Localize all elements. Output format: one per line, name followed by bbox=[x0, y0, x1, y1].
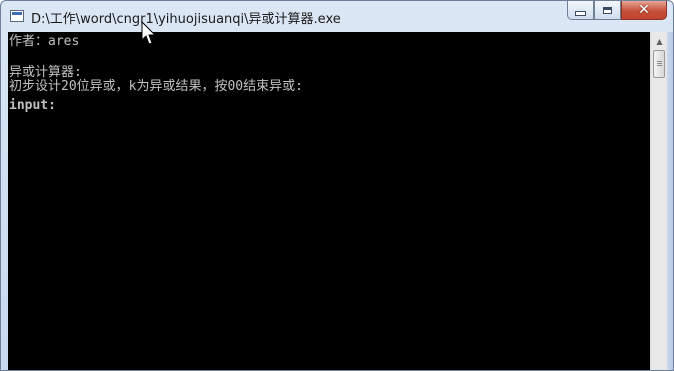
maximize-icon bbox=[603, 6, 612, 14]
console-line-instructions: 初步设计20位异或，k为异或结果，按00结束异或: bbox=[9, 79, 303, 94]
console-line-author: 作者：ares bbox=[9, 34, 80, 49]
maximize-button[interactable] bbox=[594, 1, 621, 20]
window-title: D:\工作\word\cngr1\yihuojisuanqi\异或计算器.exe bbox=[31, 12, 341, 27]
thumb-grip bbox=[657, 63, 662, 64]
caption-buttons: ✕ bbox=[567, 1, 667, 20]
scrollbar-thumb[interactable] bbox=[653, 50, 665, 78]
title-bar[interactable]: D:\工作\word\cngr1\yihuojisuanqi\异或计算器.exe… bbox=[1, 1, 673, 31]
thumb-grip bbox=[657, 61, 662, 62]
minimize-icon bbox=[575, 10, 586, 16]
thumb-grip bbox=[657, 65, 662, 66]
close-button[interactable]: ✕ bbox=[621, 1, 667, 20]
window-frame-right bbox=[667, 32, 673, 370]
console-window: D:\工作\word\cngr1\yihuojisuanqi\异或计算器.exe… bbox=[0, 0, 674, 371]
vertical-scrollbar[interactable]: ▲ bbox=[650, 32, 667, 370]
console-app-icon[interactable] bbox=[10, 10, 24, 22]
console-line-input-prompt[interactable]: input: bbox=[9, 99, 56, 113]
minimize-button[interactable] bbox=[567, 1, 594, 20]
close-icon: ✕ bbox=[638, 2, 650, 18]
scroll-up-arrow-icon[interactable]: ▲ bbox=[652, 33, 667, 49]
console-line-app-name: 异或计算器: bbox=[9, 65, 82, 80]
mouse-pointer-icon bbox=[141, 21, 157, 45]
console-output[interactable]: 作者：ares 异或计算器: 初步设计20位异或，k为异或结果，按00结束异或:… bbox=[8, 32, 650, 370]
